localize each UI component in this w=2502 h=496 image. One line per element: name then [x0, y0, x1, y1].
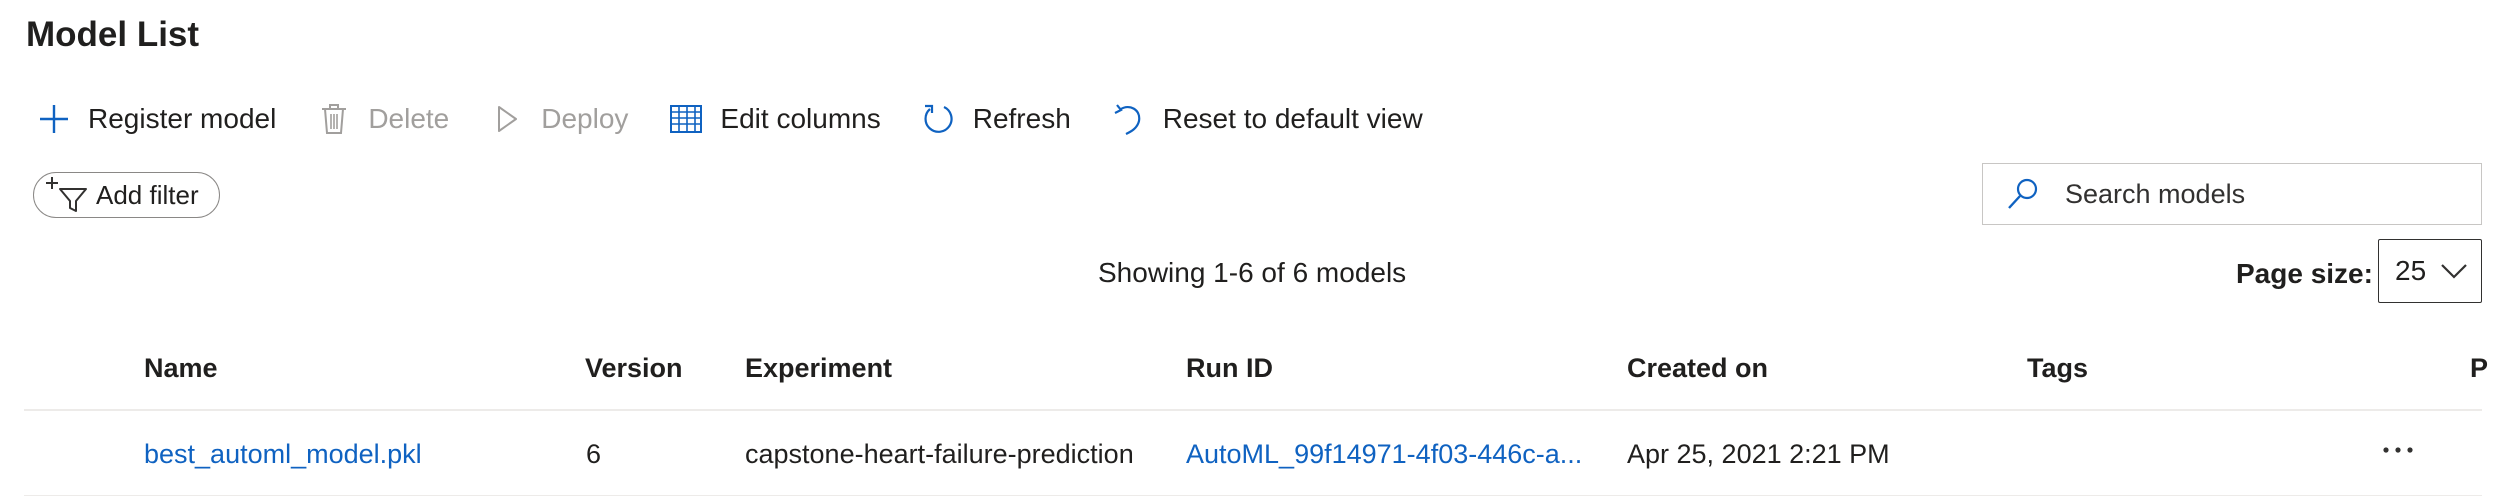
column-header-tags[interactable]: Tags: [2027, 350, 2088, 386]
results-count-text: Showing 1-6 of 6 models: [1098, 257, 1407, 288]
deploy-label: Deploy: [541, 103, 629, 134]
row-model-name-link[interactable]: best_automl_model.pkl: [144, 436, 422, 472]
edit-columns-button[interactable]: Edit columns: [668, 96, 881, 142]
page-size-value: 25: [2395, 255, 2427, 286]
page-title: Model List: [26, 15, 200, 54]
undo-icon: [1111, 101, 1147, 137]
row-more-actions-button[interactable]: [2380, 432, 2416, 468]
trash-icon: [316, 101, 352, 137]
reset-default-view-label: Reset to default view: [1162, 103, 1423, 134]
chevron-down-icon: [2439, 261, 2469, 281]
search-input[interactable]: [2063, 177, 2467, 211]
row-created-on: Apr 25, 2021 2:21 PM: [1627, 439, 1890, 469]
add-filter-label: Add filter: [96, 179, 199, 210]
refresh-label: Refresh: [972, 103, 1071, 134]
column-header-version[interactable]: Version: [585, 350, 683, 386]
plus-icon: [36, 101, 72, 137]
register-model-button[interactable]: Register model: [36, 96, 276, 142]
reset-default-view-button[interactable]: Reset to default view: [1111, 96, 1423, 142]
column-header-name[interactable]: Name: [144, 350, 218, 386]
edit-columns-label: Edit columns: [720, 103, 881, 134]
toolbar: Register model Delete Deploy Edit column…: [36, 96, 1463, 142]
row-version: 6: [586, 439, 602, 469]
refresh-icon: [921, 101, 957, 137]
refresh-button[interactable]: Refresh: [921, 96, 1071, 142]
page-size-label: Page size:: [2236, 258, 2373, 289]
header-divider: [24, 409, 2482, 411]
more-icon: [2381, 441, 2415, 459]
column-header-truncated[interactable]: P: [2470, 350, 2488, 386]
register-model-label: Register model: [88, 103, 277, 134]
table-columns-icon: [668, 101, 704, 137]
search-box: [1982, 163, 2482, 225]
row-experiment: capstone-heart-failure-prediction: [745, 439, 1134, 469]
play-icon: [489, 101, 525, 137]
column-header-run-id[interactable]: Run ID: [1186, 350, 1273, 386]
page-size-select[interactable]: 25: [2378, 239, 2482, 303]
delete-label: Delete: [368, 103, 450, 134]
delete-button[interactable]: Delete: [316, 96, 449, 142]
column-header-created-on[interactable]: Created on: [1627, 350, 1768, 386]
add-filter-button[interactable]: Add filter: [33, 172, 220, 218]
column-header-experiment[interactable]: Experiment: [745, 350, 892, 386]
model-list-page: Model List Register model Delete Deploy: [0, 0, 2502, 496]
row-run-id-link[interactable]: AutoML_99f14971-4f03-446c-a...: [1186, 436, 1582, 472]
filter-add-icon: [46, 175, 90, 215]
search-icon: [2005, 176, 2041, 212]
deploy-button[interactable]: Deploy: [489, 96, 628, 142]
